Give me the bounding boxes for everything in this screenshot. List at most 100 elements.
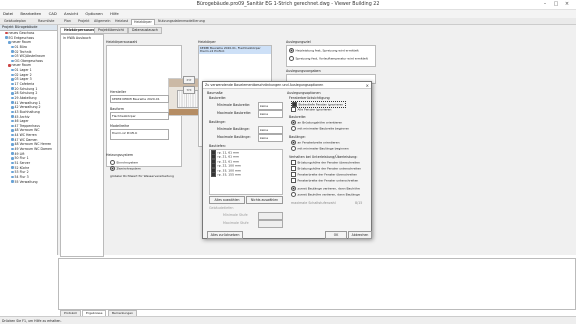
- output-pane[interactable]: [58, 258, 576, 310]
- min-breite-label: Minimale Baubreite:: [217, 103, 251, 107]
- max-stufe-field[interactable]: [258, 220, 283, 228]
- option-bh-ueber[interactable]: Brüstungshöhe der Fenster überschreiten: [291, 160, 360, 165]
- close-icon[interactable]: ×: [562, 1, 572, 8]
- room-icon: [11, 143, 14, 146]
- group-heizkoerperauswahl: Heizkörperauswahl: [106, 40, 138, 44]
- min-breite-select[interactable]: keine: [258, 102, 283, 110]
- toolbar-item-allgemein[interactable]: Allgemein: [92, 19, 112, 24]
- select-none-button[interactable]: Nichts auswählen: [246, 196, 283, 204]
- room-icon: [11, 161, 14, 165]
- option-brustungshoehe[interactable]: an Brüstungshöhe orientieren: [291, 120, 342, 125]
- toolbar-item-nutzung[interactable]: Nutzungsdatenmodellierung: [156, 19, 207, 24]
- tab-datenaustausch[interactable]: Datenaustausch: [128, 27, 162, 34]
- room-list-header: in HWA Auslauch: [63, 36, 91, 40]
- max-breite-select[interactable]: keine: [258, 110, 283, 118]
- option-zweirohr[interactable]: Zweirohrsystem: [110, 166, 141, 171]
- auslegungsziel-label: Auslegungsziel: [286, 40, 311, 44]
- max-schaltstufen-label: maximale Schaltstufenzahl: [291, 201, 336, 205]
- baubreite-group-label: Baubreite:: [289, 115, 307, 119]
- status-bar: Drücken Sie F1, um Hilfe zu erhalten.: [0, 316, 576, 324]
- room-icon: [11, 110, 14, 114]
- modellreihe-select[interactable]: therm-x2 Profil-K: [110, 129, 169, 140]
- option-min-baubreite[interactable]: mit minimaler Baubreite beginnen: [291, 126, 349, 131]
- min-laenge-label: Minimale Baulänge:: [217, 127, 250, 131]
- maximize-icon[interactable]: □: [551, 1, 561, 8]
- toolbar-item-plan[interactable]: Plan: [62, 19, 73, 24]
- option-min-baulaenge[interactable]: mit minimaler Baulänge beginnen: [291, 146, 349, 151]
- toolbar-item-projekt[interactable]: Projekt: [76, 19, 91, 24]
- toolbar-item-heizlast[interactable]: Heizlast: [113, 19, 130, 24]
- menu-bar: Datei Bearbeiten CAD Ansicht Optionen Hi…: [0, 10, 576, 18]
- baulaenge-group-label: Baulänge:: [289, 135, 306, 139]
- remove-arrow-button[interactable]: <<: [183, 86, 195, 94]
- tree-item[interactable]: 55 Verwaltung: [0, 180, 57, 185]
- hersteller-select[interactable]: KERMI KERMI Baureihe 2020-01: [110, 95, 169, 103]
- min-stufe-field[interactable]: [258, 212, 283, 220]
- radio-icon: [291, 140, 296, 145]
- option-spreizung-fest[interactable]: Spreizung fest, Vorlauftemperatur wird e…: [289, 56, 368, 61]
- min-stufe-label: Minimale Stufe: [223, 213, 248, 217]
- menu-optionen[interactable]: Optionen: [85, 11, 102, 16]
- radio-icon: [289, 56, 294, 61]
- menu-datei[interactable]: Datei: [3, 11, 13, 16]
- room-icon: [11, 78, 14, 81]
- global-note: globaler Richtwert für Wasserverarbeitun…: [110, 174, 174, 178]
- room-icon: [11, 106, 14, 109]
- radiator-list-item[interactable]: KERMI Baureihe 2020-01, Flachheizkörper …: [199, 46, 271, 54]
- menu-bearbeiten[interactable]: Bearbeiten: [20, 11, 41, 16]
- room-icon: [11, 138, 14, 141]
- group-heizkoerper: Heizkörper: [198, 40, 216, 44]
- room-list[interactable]: in HWA Auslauch: [60, 34, 104, 257]
- heizungssystem-label: Heizungssystem: [106, 153, 134, 157]
- add-arrow-button[interactable]: >>: [183, 76, 195, 84]
- room-icon: [11, 124, 14, 128]
- select-all-button[interactable]: Alles auswählen: [209, 196, 245, 204]
- room-icon: [11, 82, 14, 86]
- checkbox-icon: [291, 172, 296, 177]
- option-fb-ueber[interactable]: Fensterbreite der Fenster überschreiten: [291, 172, 357, 177]
- ok-button[interactable]: OK: [325, 231, 347, 239]
- room-icon: [5, 31, 8, 35]
- room-icon: [11, 96, 14, 100]
- max-laenge-label: Maximale Baulänge:: [217, 135, 251, 139]
- menu-ansicht[interactable]: Ansicht: [64, 11, 78, 16]
- auslegungsziel-box: Heizleistung fest, Spreizung wird ermitt…: [286, 45, 376, 67]
- floor-icon: [11, 59, 14, 63]
- reset-all-button[interactable]: Alles zurücksetzen: [207, 231, 243, 239]
- room-icon: [11, 92, 14, 95]
- bautiefen-items: rp. 11, 61 mm rp. 21, 61 mm rp. 22, 61 mm r…: [210, 150, 283, 177]
- tab-projektuebersicht[interactable]: Projektübersicht: [94, 27, 128, 34]
- bautiefe-item[interactable]: rp. 33, 155 mm: [211, 171, 283, 177]
- menu-cad[interactable]: CAD: [49, 11, 57, 16]
- option-fb-unter[interactable]: Fensterbreite der Fenster unterschreiten: [291, 178, 358, 183]
- toolbar-item-gebaeudeplan[interactable]: Gebäudeplan: [2, 19, 28, 24]
- room-icon: [11, 68, 14, 72]
- checkbox-icon: [291, 178, 296, 183]
- auslegungsvorgaben-label: Auslegungsvorgaben: [286, 69, 321, 73]
- min-laenge-select[interactable]: keine: [258, 126, 283, 134]
- tree-list: neues Geschoss EG Erdgeschoss neuer Raum 01…: [0, 31, 57, 184]
- bautiefen-list[interactable]: rp. 11, 61 mm rp. 21, 61 mm rp. 22, 61 mm r…: [209, 149, 283, 195]
- option-laenge-zuerst[interactable]: zuerst Baulänge variieren, dann Bauhöhe: [291, 186, 360, 191]
- room-icon: [11, 45, 14, 49]
- checkbox-icon: [291, 107, 296, 112]
- menu-hilfe[interactable]: Hilfe: [110, 11, 119, 16]
- option-einrohr[interactable]: Einrohrsystem: [110, 160, 138, 165]
- option-bh-unter[interactable]: Brüstungshöhe der Fenster unterschreiten: [291, 166, 361, 171]
- option-hoehe-zuerst[interactable]: zuerst Bauhöhe variieren, dann Baulänge: [291, 192, 360, 197]
- room-icon: [11, 152, 14, 155]
- bautiefen-label: Bautiefen:: [209, 144, 226, 148]
- bauform-select[interactable]: Flachheizkörper: [110, 112, 169, 120]
- toolbar-item-raumliste[interactable]: Raumliste: [36, 19, 56, 24]
- option-alle-fenster[interactable]: Alle Fenster ignorieren: [291, 107, 331, 112]
- radio-icon: [110, 160, 115, 165]
- option-fensterbreite[interactable]: an Fensterbreite orientieren: [291, 140, 339, 145]
- room-icon: [8, 64, 11, 67]
- option-heizleistung-fest[interactable]: Heizleistung fest, Spreizung wird ermitt…: [289, 48, 359, 53]
- minimize-icon[interactable]: –: [540, 1, 550, 8]
- dialog-close-icon[interactable]: ×: [366, 83, 369, 88]
- radio-icon: [110, 166, 115, 171]
- fenster-group-label: Fensterberücksichtigung: [289, 96, 330, 100]
- cancel-button[interactable]: Abbrechen: [348, 231, 372, 239]
- max-laenge-select[interactable]: keine: [258, 134, 283, 142]
